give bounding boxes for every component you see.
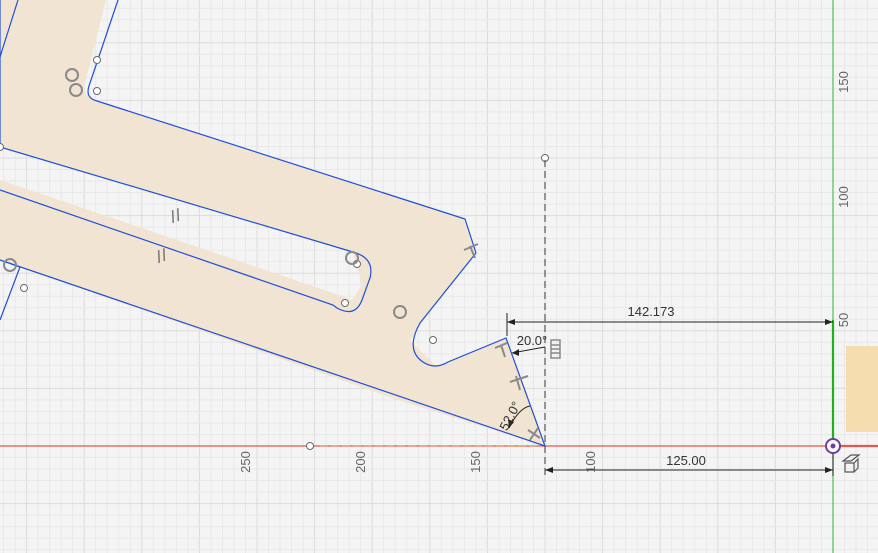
ruler-label-h: 200: [353, 451, 368, 473]
origin-icon[interactable]: [825, 438, 841, 454]
dimension-value-bottom[interactable]: 125.00: [666, 453, 706, 468]
ruler-label-v: 150: [836, 71, 851, 93]
dimension-angle-top-value[interactable]: 20.0°: [517, 333, 548, 348]
ruler-label-h: 150: [468, 451, 483, 473]
ruler-label-v: 50: [836, 313, 851, 327]
ruler-vertical: 150 100 50: [836, 71, 851, 327]
sketch-viewport[interactable]: 142.173 125.00 20.0° 52.0° // // 250 200…: [0, 0, 878, 553]
dimension-angle-top[interactable]: 20.0°: [511, 333, 548, 356]
ruler-label-v: 100: [836, 186, 851, 208]
profile-region-main: [0, 0, 545, 446]
body-block: [846, 346, 878, 432]
ruler-label-h: 100: [583, 451, 598, 473]
ruler-label-h: 250: [238, 451, 253, 473]
dimension-value-top[interactable]: 142.173: [628, 304, 675, 319]
sketch-canvas[interactable]: 142.173 125.00 20.0° 52.0° // // 250 200…: [0, 0, 878, 553]
